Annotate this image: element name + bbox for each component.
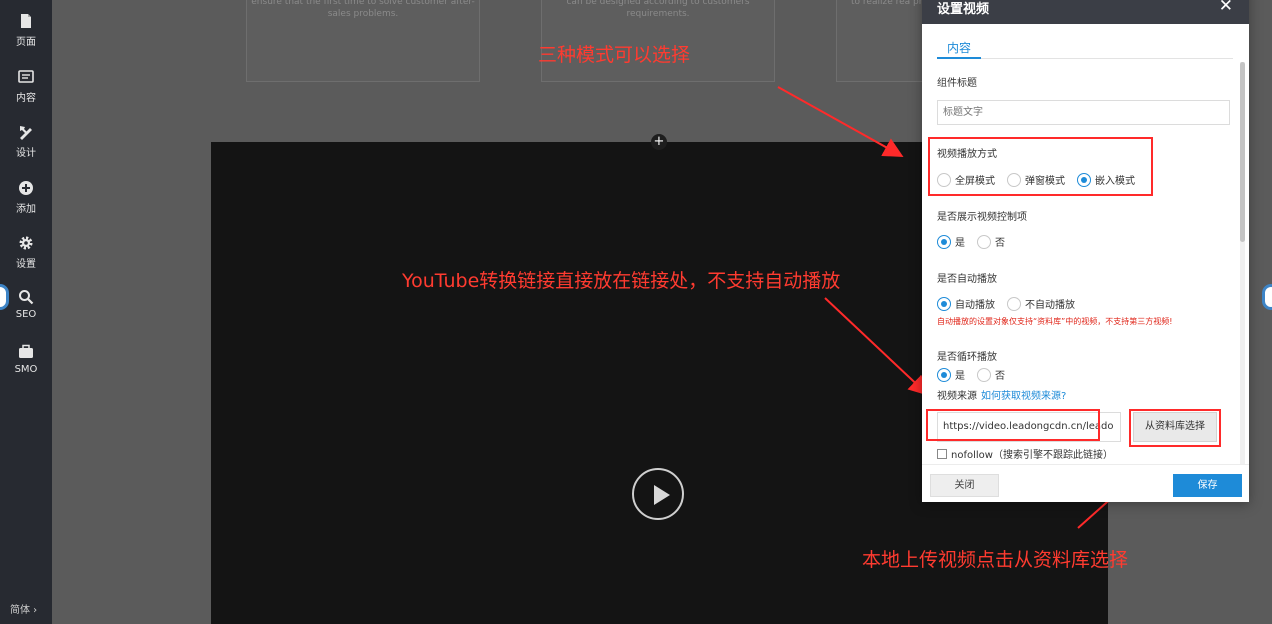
sidebar-item-page[interactable]: 页面 — [0, 5, 52, 55]
sidebar-item-design[interactable]: 设计 — [0, 116, 52, 166]
sidebar-item-label: SEO — [15, 308, 37, 320]
nofollow-label: nofollow（搜索引擎不跟踪此链接） — [951, 450, 1113, 461]
feature-card: ensure that the first time to solve cust… — [246, 0, 480, 82]
close-icon[interactable]: ✕ — [1219, 0, 1233, 16]
sidebar-item-content[interactable]: 内容 — [0, 61, 52, 111]
radio-label: 自动播放 — [955, 300, 995, 311]
sidebar-item-label: 设置 — [16, 258, 36, 270]
radio-label: 是 — [955, 371, 965, 382]
dialog-tabs: 内容 — [937, 39, 1233, 59]
save-button[interactable]: 保存 — [1173, 474, 1242, 497]
annotation-modes: 三种模式可以选择 — [538, 44, 691, 66]
radio[interactable] — [977, 234, 991, 249]
radio-label: 否 — [995, 371, 1005, 382]
sidebar-item-label: SMO — [14, 363, 38, 375]
radio-selected[interactable] — [937, 234, 951, 249]
scrollbar-thumb[interactable] — [1240, 62, 1245, 242]
sidebar-item-label: 内容 — [16, 92, 36, 104]
play-button[interactable] — [632, 468, 684, 520]
right-edge-handle[interactable] — [1262, 284, 1272, 310]
dialog-title: 设置视频 — [937, 2, 990, 17]
radio[interactable] — [977, 367, 991, 382]
sidebar-item-label: 设计 — [16, 147, 36, 159]
tab-content[interactable]: 内容 — [937, 39, 981, 59]
sidebar-item-label: 页面 — [16, 36, 36, 48]
radio-label: 不自动播放 — [1025, 300, 1075, 311]
highlight-box-source-url — [926, 409, 1100, 441]
source-label: 视频来源 — [937, 391, 977, 402]
source-help-link[interactable]: 如何获取视频来源? — [981, 391, 1066, 402]
language-switch[interactable]: 简体 › — [10, 601, 37, 616]
dialog-header: 设置视频 ✕ — [922, 0, 1249, 24]
add-icon — [19, 180, 33, 195]
page-icon — [21, 13, 31, 28]
radio-label: 是 — [955, 238, 965, 249]
dialog-scrollbar[interactable] — [1240, 62, 1245, 464]
annotation-upload: 本地上传视频点击从资料库选择 — [862, 549, 1129, 571]
sidebar-item-label: 添加 — [16, 203, 36, 215]
component-title-input[interactable] — [937, 100, 1230, 125]
source-label-row: 视频来源 如何获取视频来源? — [937, 387, 1066, 402]
dialog-footer: 关闭 保存 — [922, 464, 1249, 502]
feature-card-text: can be designed according to customers r… — [566, 0, 750, 19]
controls-label: 是否展示视频控制项 — [937, 212, 1027, 223]
settings-icon — [19, 236, 33, 249]
left-sidebar: 页面 内容 设计 添加 设置 SEO SMO 简体 › — [0, 0, 52, 624]
highlight-box-library-button — [1129, 409, 1221, 447]
briefcase-icon — [19, 344, 33, 358]
autoplay-label: 是否自动播放 — [937, 274, 997, 285]
radio-selected[interactable] — [937, 367, 951, 382]
radio[interactable] — [1007, 296, 1021, 311]
content-icon — [18, 69, 34, 83]
sidebar-item-add[interactable]: 添加 — [0, 172, 52, 222]
design-icon — [20, 125, 32, 140]
radio-label: 否 — [995, 238, 1005, 249]
sidebar-item-settings[interactable]: 设置 — [0, 227, 52, 277]
nofollow-row[interactable]: nofollow（搜索引擎不跟踪此链接） — [937, 446, 1113, 461]
add-section-button[interactable]: + — [651, 134, 667, 150]
feature-card-text: ensure that the first time to solve cust… — [251, 0, 475, 19]
loop-group: 是 否 — [937, 367, 1017, 382]
controls-group: 是 否 — [937, 234, 1017, 249]
annotation-youtube: YouTube转换链接直接放在链接处，不支持自动播放 — [402, 270, 841, 292]
autoplay-warning: 自动播放的设置对象仅支持“资料库”中的视频，不支持第三方视频! — [937, 317, 1173, 326]
component-title-label: 组件标题 — [937, 78, 977, 89]
autoplay-yes[interactable]: 自动播放 — [937, 296, 995, 311]
controls-no[interactable]: 否 — [977, 234, 1005, 249]
sidebar-item-smo[interactable]: SMO — [0, 334, 52, 384]
controls-yes[interactable]: 是 — [937, 234, 965, 249]
autoplay-group: 自动播放 不自动播放 — [937, 296, 1087, 311]
nofollow-checkbox[interactable] — [937, 448, 947, 459]
close-button[interactable]: 关闭 — [930, 474, 999, 497]
loop-yes[interactable]: 是 — [937, 367, 965, 382]
search-icon — [19, 289, 34, 304]
autoplay-no[interactable]: 不自动播放 — [1007, 296, 1075, 311]
loop-label: 是否循环播放 — [937, 352, 997, 363]
video-settings-dialog: 设置视频 ✕ 内容 组件标题 视频播放方式 全屏模式 弹窗模式 嵌入模式 是否展… — [922, 0, 1249, 502]
highlight-box-play-modes — [928, 137, 1153, 196]
loop-no[interactable]: 否 — [977, 367, 1005, 382]
radio-selected[interactable] — [937, 296, 951, 311]
